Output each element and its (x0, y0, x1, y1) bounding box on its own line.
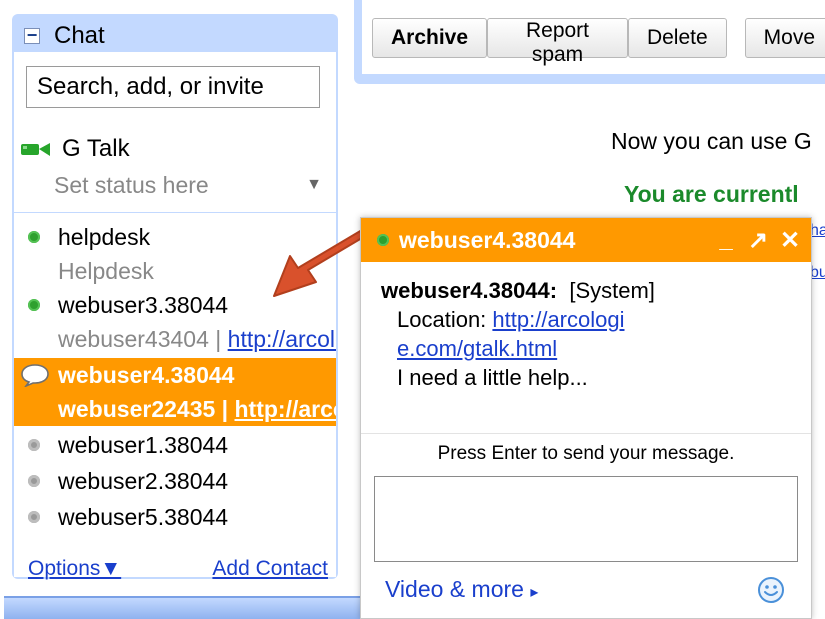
chat-header: − Chat (24, 22, 105, 50)
chat-title: Chat (54, 22, 105, 49)
search-input[interactable] (26, 66, 320, 108)
contact-webuser2[interactable]: webuser2.38044 (14, 464, 336, 498)
contact-link[interactable]: http://arcologie.com (235, 396, 337, 422)
contact-name: helpdesk (58, 223, 151, 250)
chat-bubble-icon (21, 364, 49, 387)
move-button[interactable]: Move (744, 18, 825, 58)
contact-link[interactable]: http://arcologie.com (228, 326, 336, 352)
close-icon[interactable]: ✕ (779, 226, 801, 255)
contact-webuser4[interactable]: webuser4.38044 webuser22435 | http://arc… (14, 358, 336, 426)
gtalk-label: G Talk (62, 135, 130, 162)
message-body: I need a little help... (397, 365, 588, 390)
chat-messages: webuser4.38044: [System] Location: http:… (381, 276, 801, 392)
message-toolbar-frame: Archive Report spam Delete Move (354, 0, 825, 84)
popout-icon[interactable]: ↗ (747, 226, 769, 255)
status-selector[interactable]: Set status here ▼ (54, 170, 324, 200)
video-camera-icon (21, 143, 50, 156)
contact-name: webuser1.38044 (58, 431, 229, 458)
chat-footer: Options▼ Add Contact (28, 557, 328, 581)
bottom-panel-edge (4, 596, 364, 619)
divider (361, 433, 811, 434)
online-status-icon (377, 234, 389, 246)
system-tag: [System] (569, 278, 655, 303)
offline-status-icon (28, 439, 40, 451)
contact-webuser1[interactable]: webuser1.38044 (14, 428, 336, 462)
contact-name: webuser5.38044 (58, 503, 229, 530)
minimize-icon[interactable]: _ (715, 226, 737, 254)
message-header: webuser4.38044: [System] (381, 276, 801, 305)
message-highlight: You are currentl (624, 181, 799, 207)
offline-status-icon (28, 511, 40, 523)
location-line: Location: http://arcologi e.com/gtalk.ht… (397, 307, 625, 361)
online-status-icon (28, 231, 40, 243)
chat-window-titlebar[interactable]: webuser4.38044 _ ↗ ✕ (361, 218, 811, 262)
triangle-right-icon: ▸ (530, 584, 539, 601)
collapse-button[interactable]: − (24, 26, 40, 44)
chat-window: webuser4.38044 _ ↗ ✕ webuser4.38044: [Sy… (360, 217, 812, 619)
options-link[interactable]: Options▼ (28, 557, 121, 581)
message-link[interactable]: ha (810, 222, 825, 240)
add-contact-link[interactable]: Add Contact (212, 557, 328, 581)
report-spam-button[interactable]: Report spam (487, 18, 628, 66)
chevron-down-icon[interactable]: ▼ (306, 176, 322, 194)
online-status-icon (28, 299, 40, 311)
offline-status-icon (28, 475, 40, 487)
contact-webuser5[interactable]: webuser5.38044 (14, 500, 336, 534)
divider (14, 212, 336, 213)
message-toolbar: Archive Report spam Delete Move (372, 18, 825, 66)
location-link[interactable]: http://arcologi (492, 307, 624, 332)
chat-window-title: webuser4.38044 (399, 226, 576, 253)
contact-status-message: webuser22435 | http://arcologie.com (14, 392, 336, 426)
contact-name: webuser3.38044 (58, 291, 229, 318)
location-link[interactable]: e.com/gtalk.html (397, 336, 557, 361)
message-input[interactable] (374, 476, 798, 562)
video-more-link[interactable]: Video & more ▸ (385, 576, 538, 603)
archive-button[interactable]: Archive (372, 18, 488, 58)
contact-status-message: webuser43404 | http://arcologie.com (14, 322, 336, 356)
delete-button[interactable]: Delete (627, 18, 727, 58)
chat-body: G Talk Set status here ▼ helpdesk Helpde… (14, 52, 336, 580)
smiley-icon[interactable] (757, 576, 785, 604)
status-input[interactable]: Set status here (54, 172, 209, 199)
message-sender: webuser4.38044: (381, 278, 558, 303)
send-hint: Press Enter to send your message. (437, 443, 735, 464)
message-link[interactable]: bu (810, 264, 825, 282)
contact-name: webuser2.38044 (58, 467, 229, 494)
contact-name: webuser4.38044 (58, 361, 235, 388)
message-text: Now you can use G (611, 128, 812, 154)
gtalk-row: G Talk (20, 134, 130, 164)
